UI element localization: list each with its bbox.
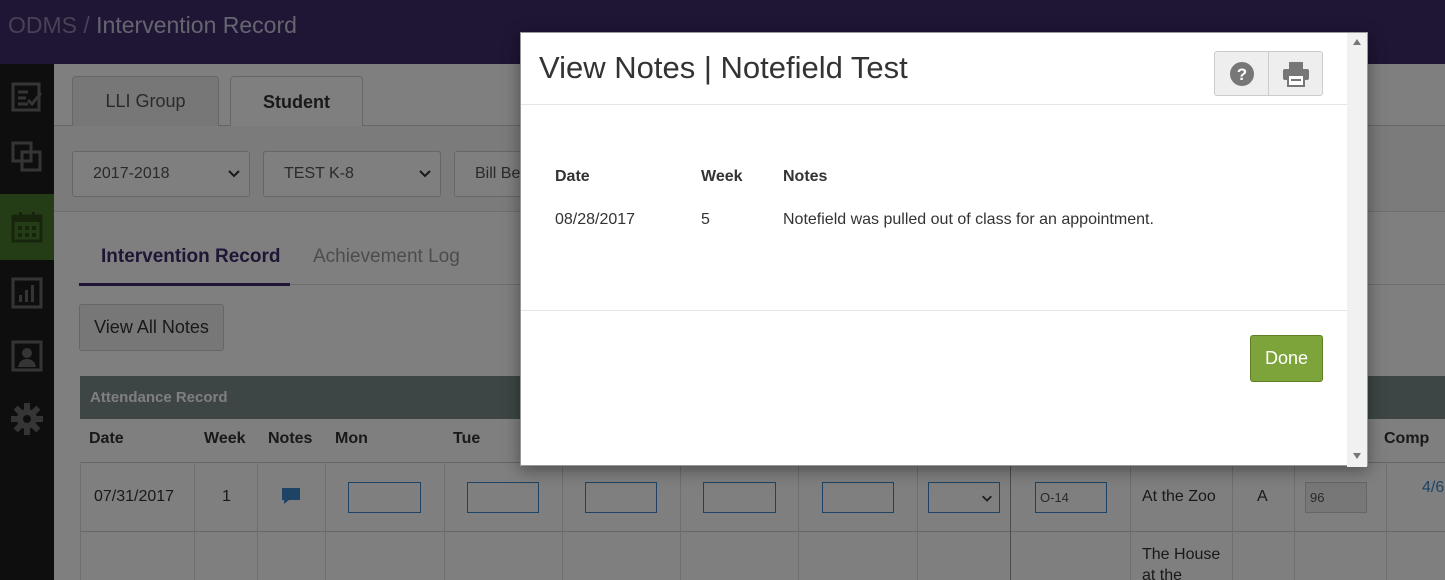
help-icon: ?: [1230, 61, 1254, 86]
modal-footer-divider: [521, 310, 1349, 311]
print-button[interactable]: [1269, 52, 1323, 95]
modal-title: View Notes | Notefield Test: [539, 50, 908, 85]
scroll-down-icon[interactable]: [1353, 453, 1361, 459]
notes-col-notes: Notes: [783, 168, 828, 185]
done-button[interactable]: Done: [1250, 335, 1323, 382]
modal-toolbar: ?: [1214, 51, 1323, 96]
help-button[interactable]: ?: [1215, 52, 1269, 95]
note-text: Notefield was pulled out of class for an…: [783, 211, 1154, 228]
modal-scrollbar[interactable]: [1347, 33, 1367, 467]
modal-header-divider: [521, 104, 1349, 105]
scroll-up-icon[interactable]: [1353, 39, 1361, 45]
note-week: 5: [701, 211, 710, 228]
svg-text:?: ?: [1237, 65, 1247, 84]
view-notes-modal: View Notes | Notefield Test ? Date Week …: [520, 32, 1368, 467]
note-date: 08/28/2017: [555, 211, 636, 228]
printer-icon: [1283, 61, 1309, 87]
notes-col-week: Week: [701, 168, 743, 185]
notes-col-date: Date: [555, 168, 590, 185]
